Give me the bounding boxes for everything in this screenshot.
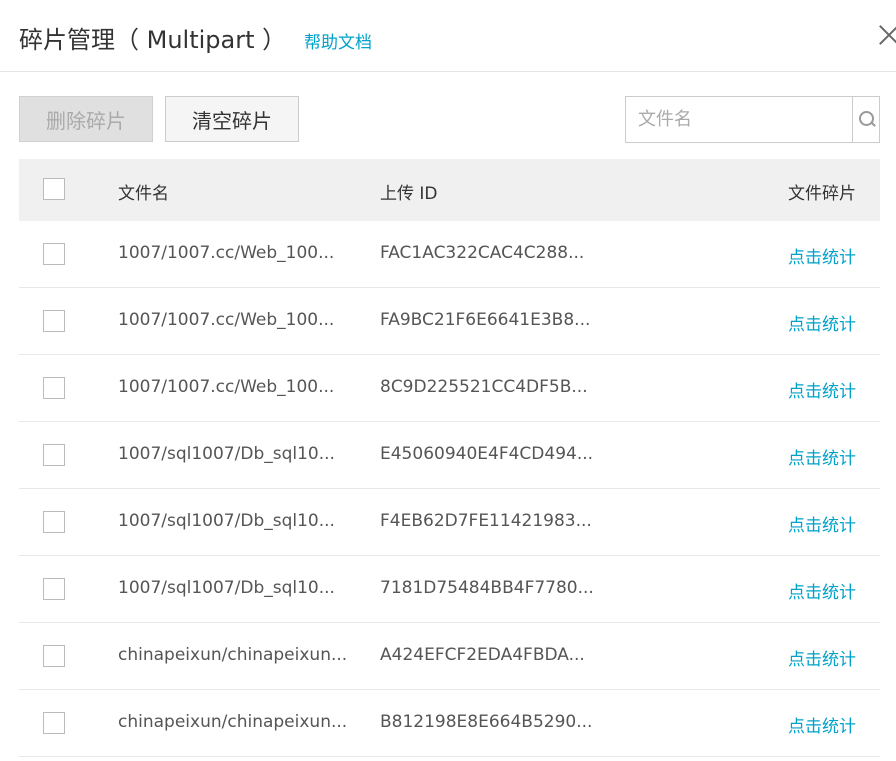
row-filename: 1007/1007.cc/Web_100... [118, 243, 335, 263]
row-checkbox[interactable] [43, 511, 65, 533]
column-header-upload-id: 上传 ID [380, 184, 438, 204]
row-filename: 1007/sql1007/Db_sql10... [118, 444, 335, 464]
row-stats-link[interactable]: 点击统计 [788, 712, 856, 737]
dialog-title: 碎片管理（ Multipart ） [19, 26, 287, 54]
row-checkbox[interactable] [43, 310, 65, 332]
table-row: 1007/sql1007/Db_sql10... 7181D75484BB4F77… [19, 556, 880, 623]
column-header-fragments: 文件碎片 [788, 184, 856, 204]
row-stats-link[interactable]: 点击统计 [788, 645, 856, 670]
row-upload-id: F4EB62D7FE11421983... [380, 511, 592, 531]
row-upload-id: FAC1AC322CAC4C288... [380, 243, 585, 263]
row-filename: 1007/1007.cc/Web_100... [118, 310, 335, 330]
row-checkbox[interactable] [43, 377, 65, 399]
table-row: 1007/sql1007/Db_sql10... E45060940E4F4CD4… [19, 422, 880, 489]
row-stats-link[interactable]: 点击统计 [788, 511, 856, 536]
table-row: chinapeixun/chinapeixun... B812198E8E664B… [19, 690, 880, 757]
clear-fragments-button[interactable]: 清空碎片 [165, 96, 299, 142]
row-stats-link[interactable]: 点击统计 [788, 377, 856, 402]
row-upload-id: E45060940E4F4CD494... [380, 444, 594, 464]
row-upload-id: 8C9D225521CC4DF5B... [380, 377, 588, 397]
multipart-table: 文件名 上传 ID 文件碎片 1007/1007.cc/Web_100... FA… [19, 159, 880, 757]
row-stats-link[interactable]: 点击统计 [788, 243, 856, 268]
column-header-filename: 文件名 [118, 184, 169, 204]
row-upload-id: A424EFCF2EDA4FBDA... [380, 645, 585, 665]
table-header: 文件名 上传 ID 文件碎片 [19, 159, 880, 221]
row-upload-id: FA9BC21F6E6641E3B8... [380, 310, 591, 330]
search-input[interactable] [626, 97, 852, 142]
row-checkbox[interactable] [43, 444, 65, 466]
row-stats-link[interactable]: 点击统计 [788, 578, 856, 603]
row-checkbox[interactable] [43, 578, 65, 600]
table-body: 1007/1007.cc/Web_100... FAC1AC322CAC4C288… [19, 221, 880, 757]
row-upload-id: 7181D75484BB4F7780... [380, 578, 594, 598]
select-all-checkbox[interactable] [43, 178, 65, 200]
row-stats-link[interactable]: 点击统计 [788, 444, 856, 469]
row-filename: 1007/1007.cc/Web_100... [118, 377, 335, 397]
row-filename: chinapeixun/chinapeixun... [118, 645, 348, 665]
table-row: 1007/1007.cc/Web_100... 8C9D225521CC4DF5B… [19, 355, 880, 422]
help-docs-link[interactable]: 帮助文档 [304, 28, 372, 53]
table-row: 1007/sql1007/Db_sql10... F4EB62D7FE114219… [19, 489, 880, 556]
row-filename: 1007/sql1007/Db_sql10... [118, 578, 335, 598]
table-row: 1007/1007.cc/Web_100... FAC1AC322CAC4C288… [19, 221, 880, 288]
table-row: chinapeixun/chinapeixun... A424EFCF2EDA4F… [19, 623, 880, 690]
close-icon[interactable] [878, 22, 896, 48]
row-filename: 1007/sql1007/Db_sql10... [118, 511, 335, 531]
delete-fragments-button[interactable]: 删除碎片 [19, 96, 153, 142]
search-button[interactable] [852, 97, 880, 142]
row-checkbox[interactable] [43, 243, 65, 265]
row-filename: chinapeixun/chinapeixun... [118, 712, 348, 732]
row-upload-id: B812198E8E664B5290... [380, 712, 593, 732]
search-box [625, 96, 880, 143]
table-row: 1007/1007.cc/Web_100... FA9BC21F6E6641E3B… [19, 288, 880, 355]
row-checkbox[interactable] [43, 712, 65, 734]
row-checkbox[interactable] [43, 645, 65, 667]
row-stats-link[interactable]: 点击统计 [788, 310, 856, 335]
dialog-header: 碎片管理（ Multipart ） 帮助文档 [0, 0, 896, 72]
